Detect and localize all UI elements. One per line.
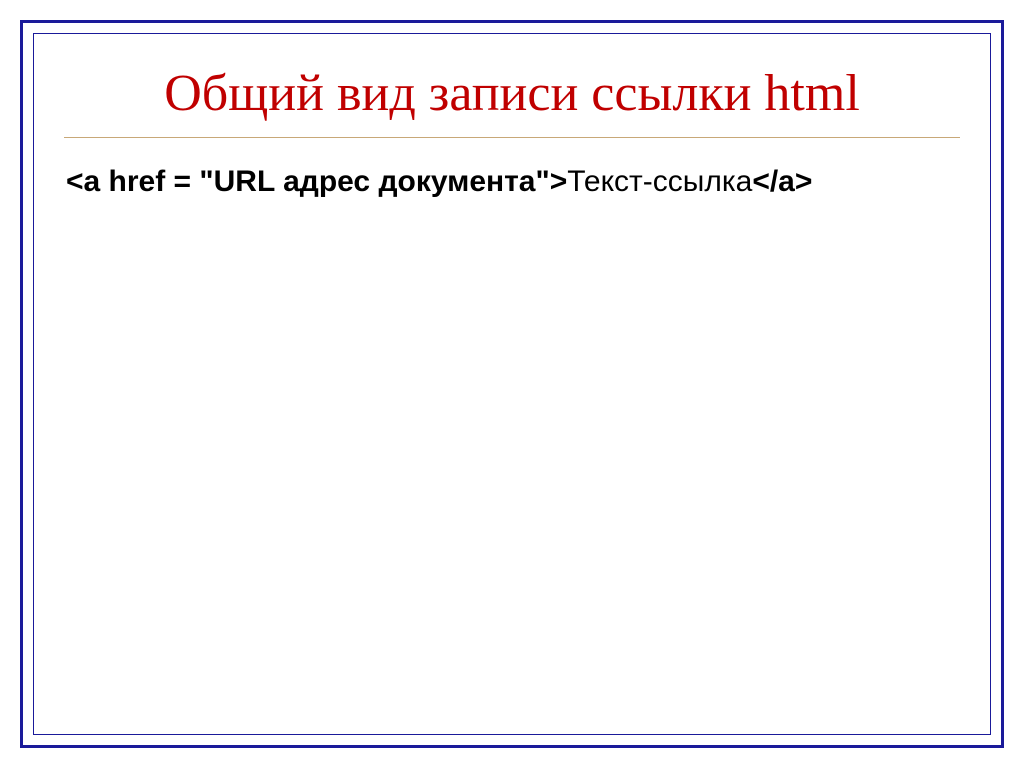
slide-outer-border: Общий вид записи ссылки html <a href = "… (20, 20, 1004, 748)
code-example: <a href = "URL адрес документа">Текст-сс… (64, 162, 960, 201)
code-open-tag-start: <a href = " (66, 165, 214, 198)
code-url-placeholder: URL адрес документа (214, 165, 536, 198)
slide-inner-border: Общий вид записи ссылки html <a href = "… (33, 33, 991, 735)
code-close-tag: </a> (752, 165, 812, 198)
code-open-tag-end: "> (536, 165, 568, 198)
slide-title: Общий вид записи ссылки html (64, 64, 960, 138)
code-link-text: Текст-ссылка (567, 165, 752, 198)
